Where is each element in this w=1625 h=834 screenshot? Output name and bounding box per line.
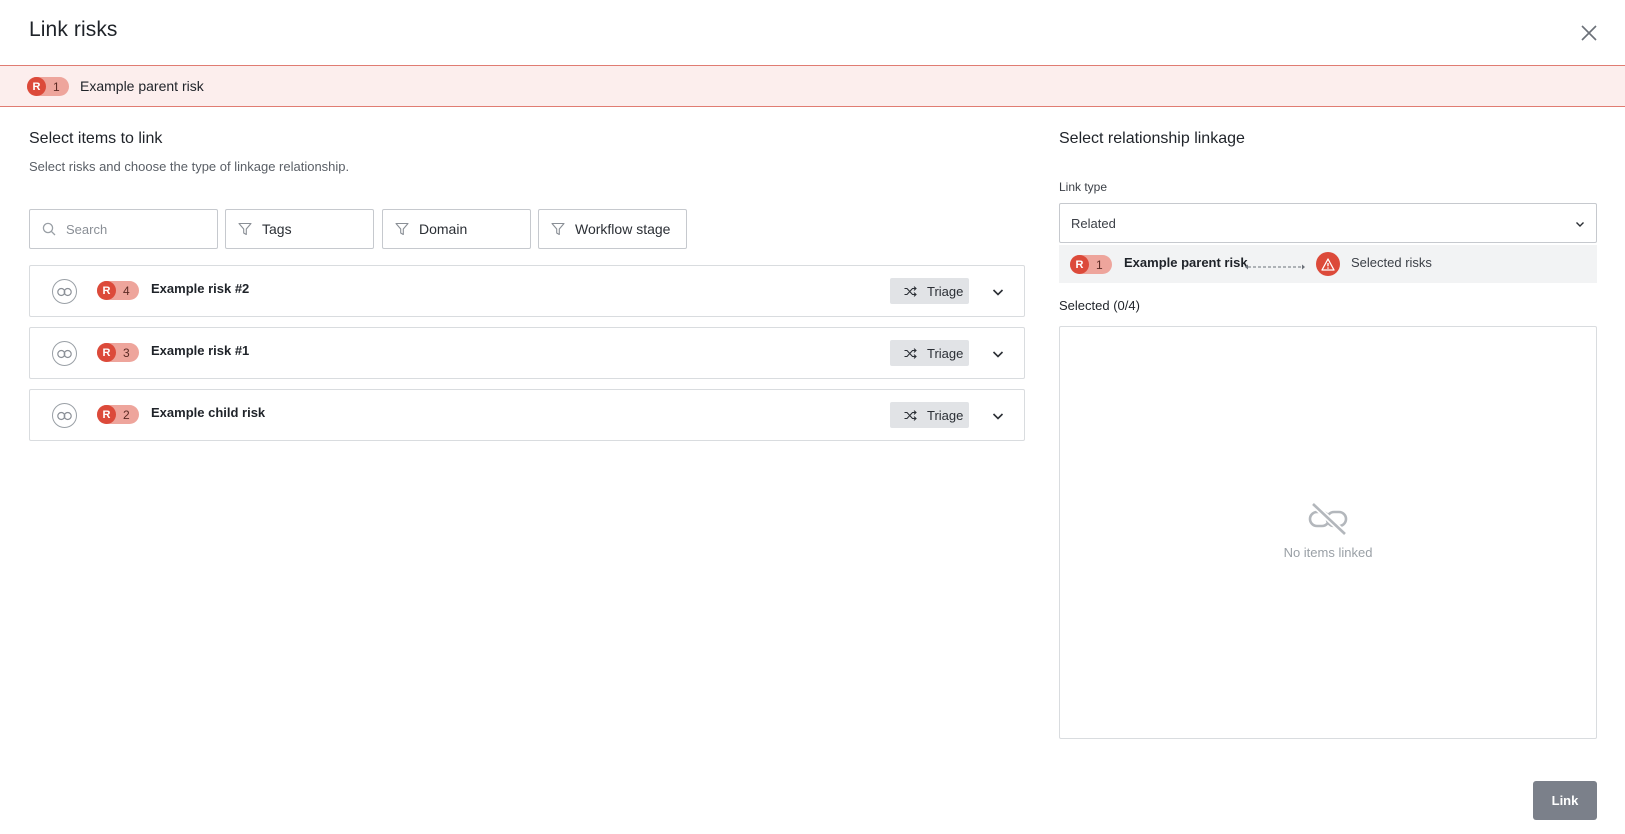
tags-filter[interactable]: Tags bbox=[225, 209, 374, 249]
filter-icon bbox=[395, 222, 409, 236]
link-type-label: Link type bbox=[1059, 180, 1108, 194]
relationship-panel: Select relationship linkage bbox=[1059, 130, 1597, 148]
warning-icon bbox=[1316, 252, 1340, 276]
relation-preview: R 1 Example parent risk Selected risks bbox=[1059, 245, 1597, 283]
chevron-down-icon[interactable] bbox=[991, 409, 1005, 423]
link-toggle-button[interactable] bbox=[52, 279, 77, 304]
search-field[interactable] bbox=[29, 209, 218, 249]
workflow-stage-chip: Triage bbox=[890, 402, 969, 428]
relation-from-name: Example parent risk bbox=[1124, 255, 1248, 270]
risk-badge-letter: R bbox=[97, 343, 116, 362]
selected-items-box: No items linked bbox=[1059, 326, 1597, 739]
risk-badge-number: 1 bbox=[53, 79, 60, 94]
risk-badge: R 4 bbox=[97, 281, 139, 300]
workflow-stage-label: Triage bbox=[927, 283, 964, 299]
risk-badge-number: 4 bbox=[123, 283, 130, 298]
link-icon bbox=[57, 287, 72, 296]
link-icon bbox=[57, 411, 72, 420]
chevron-down-icon bbox=[1574, 217, 1586, 235]
risk-badge-letter: R bbox=[97, 405, 116, 424]
risk-badge-letter: R bbox=[27, 77, 46, 96]
link-type-value: Related bbox=[1071, 215, 1116, 231]
link-icon bbox=[57, 349, 72, 358]
double-arrow-icon bbox=[1244, 258, 1306, 276]
risk-row[interactable]: R 2 Example child risk Triage bbox=[29, 389, 1025, 441]
workflow-stage-chip: Triage bbox=[890, 340, 969, 366]
unlink-icon bbox=[1307, 501, 1349, 541]
empty-state-text: No items linked bbox=[1283, 545, 1373, 560]
link-type-select[interactable]: Related bbox=[1059, 203, 1597, 243]
risk-name: Example risk #1 bbox=[151, 343, 250, 358]
link-toggle-button[interactable] bbox=[52, 403, 77, 428]
link-toggle-button[interactable] bbox=[52, 341, 77, 366]
close-icon bbox=[1581, 25, 1597, 41]
chevron-down-icon[interactable] bbox=[991, 285, 1005, 299]
risk-name: Example risk #2 bbox=[151, 281, 250, 296]
empty-state: No items linked bbox=[1060, 501, 1596, 560]
tags-filter-label: Tags bbox=[262, 221, 292, 237]
filter-icon bbox=[551, 222, 565, 236]
search-input[interactable] bbox=[66, 221, 196, 237]
filter-icon bbox=[238, 222, 252, 236]
shuffle-icon bbox=[904, 409, 917, 421]
risk-badge: R 1 bbox=[1070, 255, 1112, 274]
risk-badge-letter: R bbox=[97, 281, 116, 300]
select-items-panel: Select items to link Select risks and ch… bbox=[29, 130, 1025, 174]
risk-badge-letter: R bbox=[1070, 255, 1089, 274]
risk-name: Example child risk bbox=[151, 405, 266, 420]
risk-badge: R 2 bbox=[97, 405, 139, 424]
parent-risk-name: Example parent risk bbox=[80, 78, 204, 94]
relationship-title: Select relationship linkage bbox=[1059, 130, 1245, 147]
modal-header: Link risks bbox=[0, 0, 1625, 65]
workflow-stage-filter[interactable]: Workflow stage bbox=[538, 209, 687, 249]
close-button[interactable] bbox=[1578, 22, 1600, 44]
risk-badge-number: 2 bbox=[123, 407, 130, 422]
risk-badge-number: 3 bbox=[123, 345, 130, 360]
workflow-stage-chip: Triage bbox=[890, 278, 969, 304]
shuffle-icon bbox=[904, 347, 917, 359]
domain-filter[interactable]: Domain bbox=[382, 209, 531, 249]
parent-risk-banner: R 1 Example parent risk bbox=[0, 65, 1625, 107]
risk-badge: R 3 bbox=[97, 343, 139, 362]
selected-count: Selected (0/4) bbox=[1059, 298, 1140, 313]
workflow-stage-label: Triage bbox=[927, 407, 964, 423]
relation-to-label: Selected risks bbox=[1351, 255, 1432, 270]
link-button[interactable]: Link bbox=[1533, 781, 1597, 820]
domain-filter-label: Domain bbox=[419, 221, 468, 237]
workflow-stage-filter-label: Workflow stage bbox=[575, 221, 671, 237]
chevron-down-icon[interactable] bbox=[991, 347, 1005, 361]
risk-badge: R 1 bbox=[27, 77, 69, 96]
shuffle-icon bbox=[904, 285, 917, 297]
select-items-subtitle: Select risks and choose the type of link… bbox=[29, 159, 350, 174]
modal-title: Link risks bbox=[29, 18, 118, 41]
select-items-title: Select items to link bbox=[29, 130, 163, 147]
risk-row[interactable]: R 4 Example risk #2 Triage bbox=[29, 265, 1025, 317]
search-icon bbox=[42, 222, 56, 236]
risk-badge-number: 1 bbox=[1096, 257, 1103, 272]
risk-row[interactable]: R 3 Example risk #1 Triage bbox=[29, 327, 1025, 379]
workflow-stage-label: Triage bbox=[927, 345, 964, 361]
